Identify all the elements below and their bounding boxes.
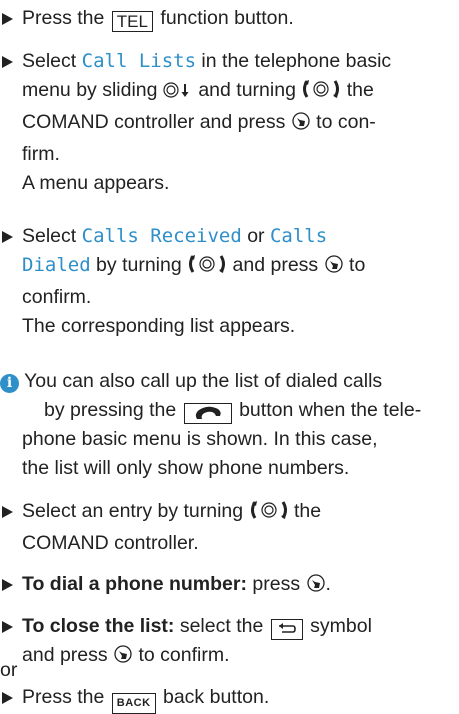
step-bullet-icon [2,579,13,591]
menu-calls-dialed: Calls [269,225,328,247]
turn-controller-icon [249,500,289,529]
step-bullet-icon [2,621,13,633]
or-text: or [0,659,18,681]
step-bullet-icon [2,692,13,704]
step-text: Select Calls Received or Calls Dialed by… [22,225,366,308]
turn-controller-icon [187,254,227,283]
press-controller-icon [306,573,326,602]
step-text: Press the TEL function button. [22,7,294,32]
step-text: Select Call Lists in the telephone basic… [22,50,392,165]
step-press-tel: Press the TEL function button. [0,4,452,33]
phone-handset-button-label [183,403,232,424]
menu-call-lists: Call Lists [81,50,197,72]
info-icon: i [0,374,19,393]
step-bullet-icon [2,506,13,518]
step-dial-number: To dial a phone number: press . [0,570,452,602]
step-select-calls: Select Calls Received or Calls Dialed by… [0,222,452,341]
step-bullet-icon [2,231,13,243]
step-result: The corresponding list appears. [22,315,296,337]
manual-page: Press the TEL function button. Select Ca… [0,0,459,714]
step-result: A menu appears. [22,172,170,194]
press-controller-icon [324,254,344,283]
step-select-call-lists: Select Call Lists in the telephone basic… [0,47,452,198]
back-symbol-label [270,619,303,640]
step-text: To dial a phone number: press . [0,570,452,602]
phone-handset-icon [195,406,221,419]
menu-calls-received: Calls Received [81,225,242,247]
turn-controller-icon [301,79,341,108]
info-note: i You can also call up the list of diale… [0,367,452,483]
step-select-entry: Select an entry by turning the COMAND co… [0,497,452,558]
step-text: Press the BACK back button. [0,683,452,714]
tel-button-label: TEL [111,11,153,32]
step-bullet-icon [2,13,13,25]
step-press-back: Press the BACK back button. [0,683,452,714]
slide-down-icon [163,79,193,108]
step-text: Select an entry by turning the COMAND co… [22,500,322,554]
press-controller-icon [291,111,311,140]
step-bullet-icon [2,56,13,68]
menu-calls-dialed-cont: Dialed [22,254,91,276]
back-button-label: BACK [111,693,156,714]
